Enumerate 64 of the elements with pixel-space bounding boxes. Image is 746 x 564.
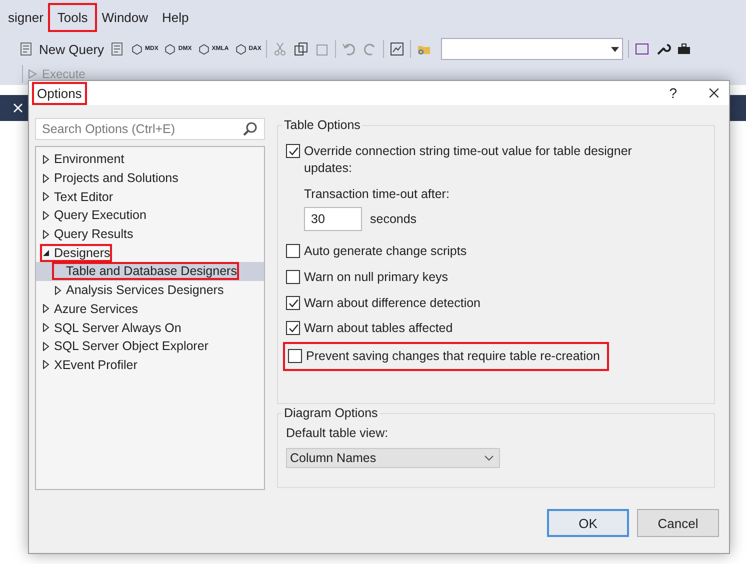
collapsed-arrow-icon[interactable] xyxy=(42,323,50,332)
copy-icon[interactable] xyxy=(293,41,310,57)
option-label: Warn about difference detection xyxy=(304,295,481,312)
close-icon[interactable] xyxy=(13,103,23,113)
tree-item[interactable]: Projects and Solutions xyxy=(36,168,264,188)
chart-window-icon[interactable] xyxy=(389,41,406,57)
search-placeholder: Search Options (Ctrl+E) xyxy=(42,122,176,136)
tree-item[interactable]: Text Editor xyxy=(36,187,264,206)
dialog-title: Options xyxy=(35,84,84,102)
checkbox[interactable] xyxy=(286,270,300,284)
dialog-button[interactable]: OK xyxy=(547,509,629,537)
menu-item[interactable]: Tools xyxy=(51,6,94,29)
group-title: Table Options xyxy=(283,118,362,132)
menu-item[interactable]: Window xyxy=(96,6,154,29)
timeout-label: Transaction time-out after: xyxy=(304,187,450,201)
window-icon[interactable] xyxy=(634,41,650,57)
chevron-down-icon xyxy=(484,455,494,461)
menu-item[interactable]: Help xyxy=(156,6,195,29)
new-query-button[interactable]: New Query xyxy=(39,42,104,56)
collapsed-arrow-icon[interactable] xyxy=(42,154,50,164)
table-view-dropdown[interactable]: Column Names xyxy=(286,448,500,468)
checkbox[interactable] xyxy=(286,244,300,258)
dropdown-label: Default table view: xyxy=(286,426,390,440)
option-label: Auto generate change scripts xyxy=(304,243,467,260)
tree-item[interactable]: XEvent Profiler xyxy=(36,356,264,374)
collapsed-arrow-icon[interactable] xyxy=(42,304,50,314)
tree-item[interactable]: Query Execution xyxy=(36,206,264,225)
option-label: Warn on null primary keys xyxy=(304,269,448,286)
tree-item[interactable]: Azure Services xyxy=(36,300,264,318)
timeout-input-field[interactable]: 30 xyxy=(304,207,362,231)
tree-item[interactable]: SQL Server Object Explorer xyxy=(36,336,264,356)
unit-label: seconds xyxy=(370,212,417,226)
tree-item[interactable]: Query Results xyxy=(36,224,264,244)
expanded-arrow-icon[interactable] xyxy=(42,248,50,257)
collapsed-arrow-icon[interactable] xyxy=(42,360,50,370)
collapsed-arrow-icon[interactable] xyxy=(42,230,50,239)
toolbox-icon[interactable] xyxy=(676,41,692,57)
tree-item[interactable]: Table and Database Designers xyxy=(36,262,264,281)
collapsed-arrow-icon[interactable] xyxy=(42,210,50,220)
caret-icon xyxy=(610,46,619,52)
checkbox[interactable] xyxy=(286,321,300,335)
dialog-button[interactable]: Cancel xyxy=(637,509,719,537)
document-icon[interactable] xyxy=(109,41,126,57)
checkbox[interactable] xyxy=(286,296,300,310)
collapsed-arrow-icon[interactable] xyxy=(42,192,50,202)
group-title: Diagram Options xyxy=(283,406,379,420)
checkbox[interactable] xyxy=(288,349,302,363)
option-label: Warn about tables affected xyxy=(304,320,453,337)
tree-item[interactable]: Designers xyxy=(36,243,264,262)
collapsed-arrow-icon[interactable] xyxy=(42,174,50,183)
search-icon[interactable] xyxy=(242,121,258,137)
help-button[interactable]: ? xyxy=(669,85,677,101)
close-icon[interactable] xyxy=(707,86,721,100)
tree-item[interactable]: SQL Server Always On xyxy=(36,318,264,337)
collapsed-arrow-icon[interactable] xyxy=(42,342,50,351)
search-field[interactable]: Search Options (Ctrl+E) xyxy=(35,118,265,140)
option-label: Override connection string time-out value for table designer updates: xyxy=(304,143,633,177)
collapsed-arrow-icon[interactable] xyxy=(54,286,62,295)
option-label: Prevent saving changes that require table re-creation xyxy=(306,348,600,365)
tree-item[interactable]: Analysis Services Designers xyxy=(36,280,264,300)
menu-item[interactable]: signer xyxy=(2,6,50,29)
tree-item[interactable]: Environment xyxy=(36,150,264,169)
document-icon[interactable] xyxy=(18,41,34,57)
checkbox[interactable] xyxy=(286,144,300,158)
